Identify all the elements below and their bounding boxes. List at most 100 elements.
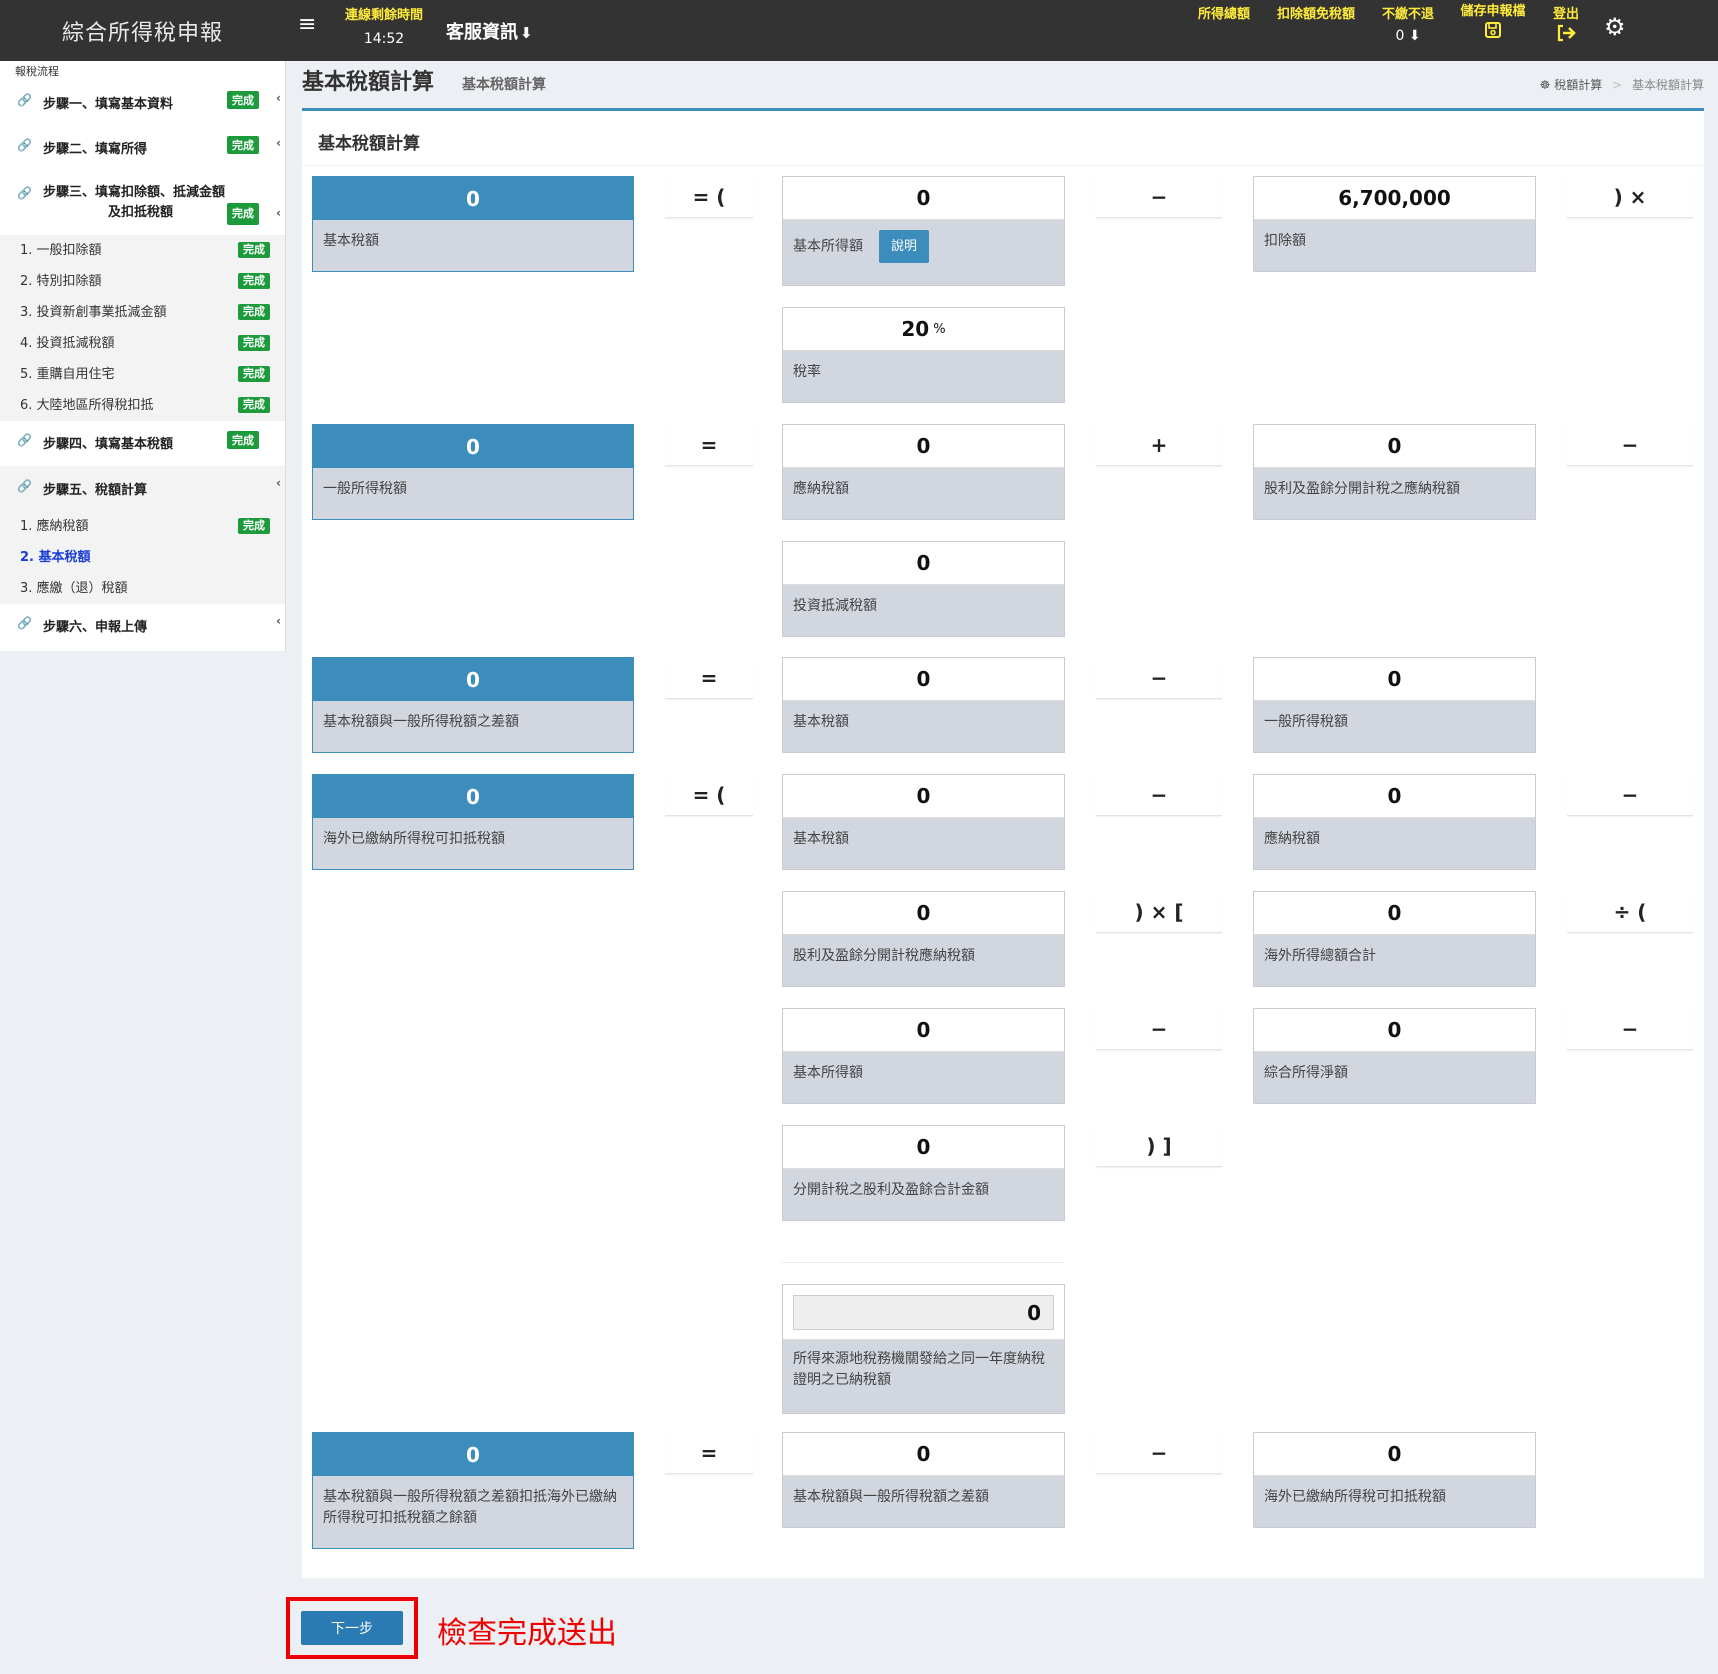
operator: − <box>1567 774 1693 816</box>
breadcrumb: ☸ 稅額計算 > 基本稅額計算 <box>1540 76 1704 93</box>
field-payable-tax: 0 應納稅額 <box>782 424 1065 520</box>
field-foreign-tax-credit: 0 海外已繳納所得稅可扣抵稅額 <box>1253 1432 1536 1528</box>
sub-item-basic-tax[interactable]: 2. 基本稅額 <box>0 542 285 573</box>
chevron-down-circle-icon: ⬇ <box>520 24 533 42</box>
sidebar-heading: 報稅流程 <box>15 65 59 78</box>
nav-deduct-label: 扣除額免稅額 <box>1276 7 1355 22</box>
field-label: 應納稅額 <box>793 481 849 497</box>
status-badge: 完成 <box>238 335 270 351</box>
operator: ) × [ <box>1096 891 1222 933</box>
operator: = ( <box>665 176 753 218</box>
next-button[interactable]: 下一步 <box>301 1611 403 1645</box>
nav-income[interactable]: 所得總額 <box>1189 3 1259 22</box>
field-label: 稅率 <box>793 364 821 380</box>
breadcrumb-home[interactable]: 稅額計算 <box>1554 78 1602 92</box>
field-label: 分開計稅之股利及盈餘合計金額 <box>793 1182 989 1198</box>
field-label: 股利及盈餘分開計稅之應納稅額 <box>1264 481 1460 497</box>
field-value: 0 <box>783 775 1064 818</box>
field-label: 一般所得稅額 <box>1264 714 1348 730</box>
app-brand: 綜合所得稅申報 <box>61 20 223 46</box>
field-label: 基本稅額 <box>793 831 849 847</box>
link-icon: 🔗 <box>17 479 32 493</box>
step-5-sublist: 1. 應納稅額 完成 2. 基本稅額 3. 應繳（退）稅額 <box>0 511 285 604</box>
result-label: 基本稅額 <box>323 233 379 249</box>
result-remaining-balance: 0 基本稅額與一般所得稅額之差額扣抵海外已繳納所得稅可扣抵稅額之餘額 <box>312 1432 634 1549</box>
arrow-down-circle-icon: ⬇ <box>1408 28 1421 44</box>
sub-item-payable-tax[interactable]: 1. 應納稅額 完成 <box>0 511 285 542</box>
nav-save[interactable]: 儲存申報檔 <box>1455 0 1531 44</box>
sign-out-icon <box>1546 24 1586 47</box>
settings-gear-icon[interactable]: ⚙ <box>1604 13 1626 41</box>
breadcrumb-separator: > <box>1612 78 1623 92</box>
service-label: 客服資訊 <box>446 22 518 43</box>
field-value: 0 <box>1254 775 1535 818</box>
sub-item-home-repurchase[interactable]: 5. 重購自用住宅 完成 <box>0 359 285 390</box>
field-label: 股利及盈餘分開計稅應納稅額 <box>793 948 975 964</box>
nav-refund[interactable]: 不繳不退 0 ⬇ <box>1376 3 1440 44</box>
field-label: 基本所得額 <box>793 1065 863 1081</box>
step-1-label: 步驟一、填寫基本資料 <box>43 97 174 112</box>
timer-value: 14:52 <box>363 31 405 47</box>
sidebar-step-2[interactable]: 🔗 步驟二、填寫所得 完成 ‹ <box>0 124 285 169</box>
field-label: 海外所得總額合計 <box>1264 948 1376 964</box>
service-info-button[interactable]: 客服資訊 ⬇ <box>446 18 533 44</box>
link-icon: 🔗 <box>17 186 32 200</box>
sidebar-step-4[interactable]: 🔗 步驟四、填寫基本稅額 完成 <box>0 421 285 466</box>
nav-logout[interactable]: 登出 <box>1546 3 1586 47</box>
result-foreign-tax-credit: 0 海外已繳納所得稅可扣抵稅額 <box>312 774 634 870</box>
field-label: 所得來源地稅務機關發給之同一年度納稅證明之已納稅額 <box>793 1351 1045 1388</box>
sub-item-investment-credit[interactable]: 4. 投資抵減稅額 完成 <box>0 328 285 359</box>
nav-income-label: 所得總額 <box>1197 7 1250 22</box>
result-value: 0 <box>313 775 633 818</box>
sub-item-refund-tax[interactable]: 3. 應繳（退）稅額 <box>0 573 285 604</box>
link-icon: 🔗 <box>17 138 32 152</box>
sub-item-startup-investment[interactable]: 3. 投資新創事業抵減金額 完成 <box>0 297 285 328</box>
operator: − <box>1096 657 1222 699</box>
sub-item-mainland-tax-credit[interactable]: 6. 大陸地區所得稅扣抵 完成 <box>0 390 285 421</box>
chevron-down-icon: ‹ <box>276 476 281 490</box>
field-label: 綜合所得淨額 <box>1264 1065 1348 1081</box>
step-3-sublist: 1. 一般扣除額 完成 2. 特別扣除額 完成 3. 投資新創事業抵減金額 完成 4.… <box>0 235 285 421</box>
sidebar-step-5[interactable]: 🔗 步驟五、稅額計算 ‹ <box>0 466 285 511</box>
sidebar-step-3[interactable]: 🔗 步驟三、填寫扣除額、抵減金額 及扣抵稅額 完成 ‹ <box>0 169 285 235</box>
result-basic-tax: 0 基本稅額 <box>312 176 634 272</box>
field-overseas-income-total: 0 海外所得總額合計 <box>1253 891 1536 987</box>
operator: − <box>1096 176 1222 218</box>
sidebar-step-1[interactable]: 🔗 步驟一、填寫基本資料 完成 ‹ <box>0 79 285 124</box>
top-bar: 綜合所得稅申報 ≡ 連線剩餘時間 14:52 客服資訊 ⬇ 所得總額 扣除額免稅額… <box>0 0 1718 61</box>
chevron-left-icon: ‹ <box>276 136 281 150</box>
field-foreign-tax-paid: 0 所得來源地稅務機關發給之同一年度納稅證明之已納稅額 <box>782 1284 1065 1414</box>
step-5-label: 步驟五、稅額計算 <box>43 483 148 498</box>
sub-item-special-deduction[interactable]: 2. 特別扣除額 完成 <box>0 266 285 297</box>
percent-unit: % <box>933 321 946 337</box>
result-general-income-tax: 0 一般所得稅額 <box>312 424 634 520</box>
link-icon: 🔗 <box>17 93 32 107</box>
annotation-note: 檢查完成送出 <box>437 1616 617 1651</box>
field-basic-tax: 0 基本稅額 <box>782 774 1065 870</box>
foreign-tax-paid-input[interactable]: 0 <box>793 1295 1054 1330</box>
field-dividend-separate-tax: 0 股利及盈餘分開計稅之應納稅額 <box>1253 424 1536 520</box>
status-badge: 完成 <box>238 518 270 534</box>
breadcrumb-current: 基本稅額計算 <box>1631 78 1704 92</box>
field-label: 基本所得額 說明 <box>783 220 1064 263</box>
step-6-label: 步驟六、申報上傳 <box>43 620 148 635</box>
field-net-income: 0 綜合所得淨額 <box>1253 1008 1536 1104</box>
result-label: 基本稅額與一般所得稅額之差額 <box>323 714 519 730</box>
field-basic-income: 0 基本所得額 <box>782 1008 1065 1104</box>
field-value: 0 <box>783 542 1064 585</box>
result-value: 0 <box>313 658 633 701</box>
operator: = ( <box>665 774 753 816</box>
field-general-income-tax: 0 一般所得稅額 <box>1253 657 1536 753</box>
sub-item-general-deduction[interactable]: 1. 一般扣除額 完成 <box>0 235 285 266</box>
sidebar-step-6[interactable]: 🔗 步驟六、申報上傳 ‹ <box>0 604 285 649</box>
nav-deduct[interactable]: 扣除額免稅額 <box>1268 3 1364 22</box>
field-value: 0 <box>1254 1433 1535 1476</box>
field-value: 0 <box>783 177 1064 220</box>
panel-divider <box>302 165 1704 166</box>
field-label: 扣除額 <box>1264 233 1306 249</box>
help-button[interactable]: 說明 <box>879 230 930 263</box>
floppy-disk-icon <box>1455 21 1531 44</box>
field-label: 應納稅額 <box>1264 831 1320 847</box>
field-dividend-separate-payable: 0 股利及盈餘分開計稅應納稅額 <box>782 891 1065 987</box>
menu-toggle-icon[interactable]: ≡ <box>298 12 316 37</box>
